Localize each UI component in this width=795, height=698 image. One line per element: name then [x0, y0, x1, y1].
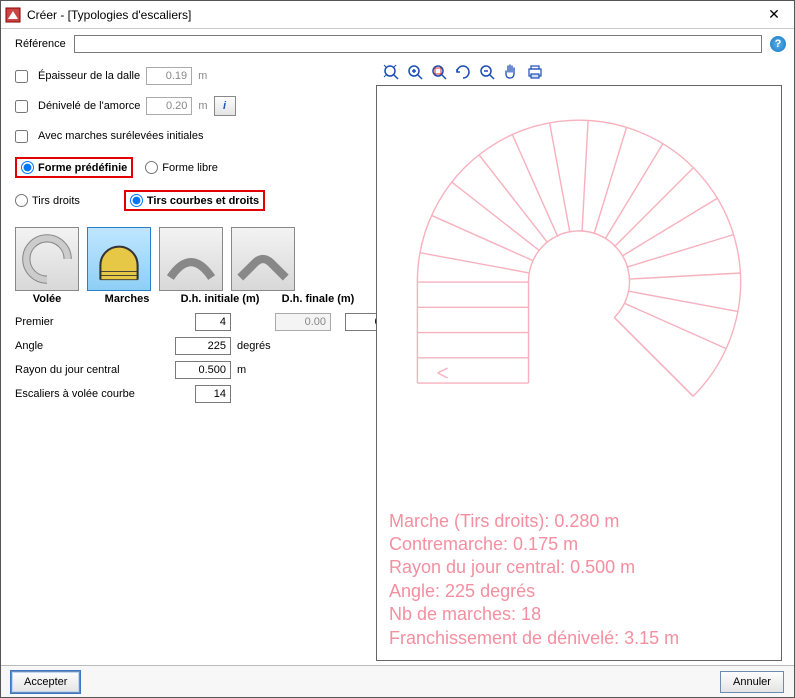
anno-franchissement: Franchissement de dénivelé: 3.15 m — [389, 627, 679, 650]
tirs-courbes-group[interactable]: Tirs courbes et droits — [124, 190, 265, 211]
anno-marche: Marche (Tirs droits): 0.280 m — [389, 510, 679, 533]
forme-predefinie-radio[interactable] — [21, 161, 34, 174]
close-button[interactable]: ✕ — [758, 5, 790, 25]
right-panel: Marche (Tirs droits): 0.280 m Contremarc… — [376, 61, 782, 661]
left-panel: Épaisseur de la dalle 0.19 m Dénivelé de… — [15, 61, 370, 661]
forme-libre-label: Forme libre — [162, 162, 218, 174]
help-icon[interactable]: ? — [770, 36, 786, 52]
epaisseur-value: 0.19 — [146, 67, 192, 85]
forme-predefinie-group[interactable]: Forme prédéfinie — [15, 157, 133, 178]
thumb-3[interactable] — [159, 227, 223, 291]
col-dh-initiale: D.h. initiale (m) — [175, 293, 265, 305]
accept-button[interactable]: Accepter — [11, 671, 80, 693]
column-headers: Volée Marches D.h. initiale (m) D.h. fin… — [15, 293, 370, 305]
premier-dhi-input — [275, 313, 331, 331]
anno-nb: Nb de marches: 18 — [389, 603, 679, 626]
window-title: Créer - [Typologies d'escaliers] — [27, 8, 758, 22]
tirs-droits-group[interactable]: Tirs droits — [15, 194, 80, 207]
thumb-1[interactable] — [15, 227, 79, 291]
pan-icon[interactable] — [500, 61, 522, 83]
thumbnails-row — [15, 227, 370, 291]
rayon-input[interactable] — [175, 361, 231, 379]
angle-unit: degrés — [235, 340, 275, 352]
parameters-grid: Premier Angle degrés Rayon du jour centr… — [15, 313, 370, 403]
rotate-icon[interactable] — [452, 61, 474, 83]
col-dh-finale: D.h. finale (m) — [273, 293, 363, 305]
zoom-full-icon[interactable] — [380, 61, 402, 83]
denivele-checkbox[interactable] — [15, 100, 28, 113]
epaisseur-checkbox[interactable] — [15, 70, 28, 83]
tirs-droits-label: Tirs droits — [32, 195, 80, 207]
marches-sur-label: Avec marches surélevées initiales — [38, 130, 203, 142]
escaliers-label: Escaliers à volée courbe — [15, 388, 175, 400]
premier-marches-input[interactable] — [195, 313, 231, 331]
forme-predefinie-label: Forme prédéfinie — [38, 162, 127, 174]
premier-label: Premier — [15, 316, 175, 328]
dialog-window: Créer - [Typologies d'escaliers] ✕ Référ… — [0, 0, 795, 698]
reference-row: Référence ? — [1, 29, 794, 61]
preview-annotations: Marche (Tirs droits): 0.280 m Contremarc… — [389, 510, 679, 650]
app-icon — [5, 7, 21, 23]
angle-input[interactable] — [175, 337, 231, 355]
tirs-courbes-label: Tirs courbes et droits — [147, 195, 259, 207]
col-marches: Marches — [87, 293, 167, 305]
cancel-button[interactable]: Annuler — [720, 671, 784, 693]
reference-label: Référence — [15, 38, 66, 50]
reference-input[interactable] — [74, 35, 762, 53]
footer: Accepter Annuler — [1, 665, 794, 697]
escaliers-input[interactable] — [195, 385, 231, 403]
titlebar: Créer - [Typologies d'escaliers] ✕ — [1, 1, 794, 29]
epaisseur-label: Épaisseur de la dalle — [38, 70, 140, 82]
zoom-in-icon[interactable] — [404, 61, 426, 83]
denivele-unit: m — [198, 100, 207, 112]
denivele-label: Dénivelé de l'amorce — [38, 100, 140, 112]
denivele-value: 0.20 — [146, 97, 192, 115]
rayon-label: Rayon du jour central — [15, 364, 175, 376]
tirs-droits-radio[interactable] — [15, 194, 28, 207]
forme-libre-group[interactable]: Forme libre — [145, 161, 218, 174]
zoom-out-icon[interactable] — [476, 61, 498, 83]
thumb-4[interactable] — [231, 227, 295, 291]
tirs-courbes-radio[interactable] — [130, 194, 143, 207]
zoom-window-icon[interactable] — [428, 61, 450, 83]
angle-label: Angle — [15, 340, 175, 352]
anno-rayon: Rayon du jour central: 0.500 m — [389, 556, 679, 579]
preview-canvas[interactable]: Marche (Tirs droits): 0.280 m Contremarc… — [376, 85, 782, 661]
anno-angle: Angle: 225 degrés — [389, 580, 679, 603]
denivele-info-button[interactable]: i — [214, 96, 236, 116]
col-volee: Volée — [15, 293, 79, 305]
marches-sur-checkbox[interactable] — [15, 130, 28, 143]
anno-contremarche: Contremarche: 0.175 m — [389, 533, 679, 556]
print-icon[interactable] — [524, 61, 546, 83]
forme-libre-radio[interactable] — [145, 161, 158, 174]
epaisseur-unit: m — [198, 70, 207, 82]
preview-toolbar — [376, 61, 782, 85]
thumb-2[interactable] — [87, 227, 151, 291]
rayon-unit: m — [235, 364, 275, 376]
